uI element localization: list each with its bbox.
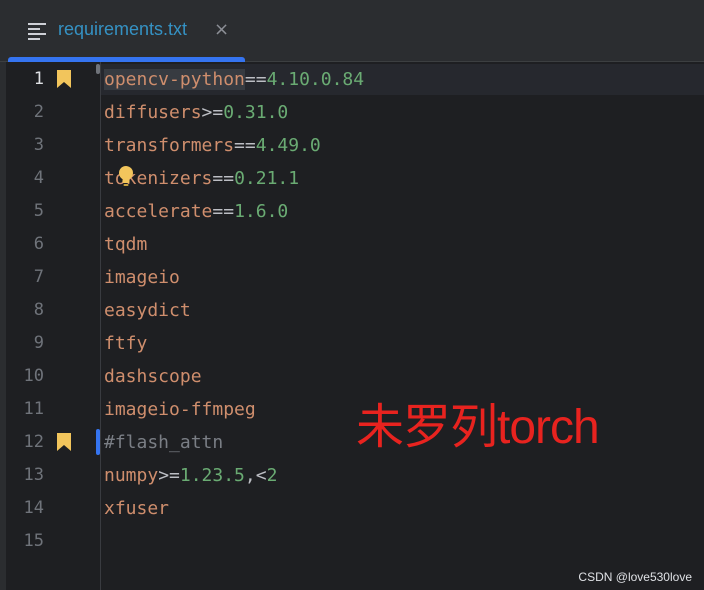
code-token: numpy: [104, 465, 159, 486]
code-token: >=: [201, 102, 224, 123]
close-icon[interactable]: ×: [214, 19, 229, 40]
code-token: easydict: [104, 300, 191, 321]
line-number[interactable]: 5: [0, 195, 44, 228]
line-number[interactable]: 6: [0, 228, 44, 261]
code-token: >=: [158, 465, 180, 486]
code-line[interactable]: opencv-python==4.10.0.84: [104, 63, 364, 96]
code-token: #flash_attn: [104, 432, 224, 453]
code-token: 1.6.0: [234, 201, 289, 222]
code-line[interactable]: transformers==4.49.0: [104, 129, 321, 162]
tab-title[interactable]: requirements.txt: [58, 19, 187, 40]
line-number[interactable]: 7: [0, 261, 44, 294]
code-token: accelerate: [104, 201, 213, 222]
code-line[interactable]: accelerate==1.6.0: [104, 195, 288, 228]
line-number[interactable]: 8: [0, 294, 44, 327]
code-token: ftfy: [104, 333, 148, 354]
line-number[interactable]: 2: [0, 96, 44, 129]
line-number[interactable]: 13: [0, 459, 44, 492]
code-token: tqdm: [104, 234, 148, 255]
code-line[interactable]: easydict: [104, 294, 191, 327]
code-token: opencv-python: [104, 69, 245, 90]
code-editor[interactable]: 1 2 3 4 5 6 7 8 9 10 11 12 13 14 15 opencv-python==4.1…: [0, 62, 704, 590]
code-line[interactable]: imageio: [104, 261, 180, 294]
bookmark-icon[interactable]: [57, 433, 71, 451]
code-token: ==: [212, 201, 235, 222]
line-number[interactable]: 1: [0, 63, 44, 96]
code-line[interactable]: #flash_attn: [104, 426, 223, 459]
watermark: CSDN @love530love: [578, 570, 692, 584]
code-token: 0.31.0: [223, 102, 289, 123]
code-token: 2: [266, 465, 278, 486]
code-line[interactable]: xfuser: [104, 492, 169, 525]
line-number[interactable]: 10: [0, 360, 44, 393]
line-number[interactable]: 9: [0, 327, 44, 360]
line-number[interactable]: 15: [0, 525, 44, 558]
caret-marker: [96, 429, 100, 455]
code-token: diffusers: [104, 102, 202, 123]
code-token: xfuser: [104, 498, 170, 519]
code-token: 0.21.1: [234, 168, 300, 189]
code-line[interactable]: dashscope: [104, 360, 202, 393]
code-line[interactable]: imageio-ffmpeg: [104, 393, 256, 426]
code-token: imageio: [104, 267, 180, 288]
code-token: 1.23.5: [179, 465, 245, 486]
code-token: 4.10.0.84: [266, 69, 365, 90]
code-line[interactable]: ftfy: [104, 327, 147, 360]
code-line[interactable]: numpy>=1.23.5,<2: [104, 459, 277, 492]
code-token: imageio-ffmpeg: [104, 399, 256, 420]
code-line[interactable]: diffusers>=0.31.0: [104, 96, 288, 129]
editor-tab-bar: requirements.txt ×: [0, 0, 704, 62]
line-number[interactable]: 11: [0, 393, 44, 426]
line-number[interactable]: 14: [0, 492, 44, 525]
code-token: ==: [244, 69, 267, 90]
bookmark-icon[interactable]: [57, 70, 71, 88]
code-token: dashscope: [104, 366, 202, 387]
line-number[interactable]: 4: [0, 162, 44, 195]
code-token: ==: [212, 168, 235, 189]
lightbulb-icon[interactable]: [116, 164, 136, 188]
line-gutter[interactable]: 1 2 3 4 5 6 7 8 9 10 11 12 13 14 15: [0, 62, 101, 590]
caret-marker: [96, 64, 100, 74]
code-token: 4.49.0: [255, 135, 321, 156]
line-number[interactable]: 3: [0, 129, 44, 162]
code-token: transformers: [104, 135, 235, 156]
tab-requirements-txt[interactable]: requirements.txt ×: [8, 0, 245, 62]
text-file-icon: [28, 23, 48, 41]
code-token: ==: [234, 135, 256, 156]
annotation-text: 未罗列torch: [356, 401, 600, 454]
code-token: ,<: [244, 465, 267, 486]
code-line[interactable]: tqdm: [104, 228, 147, 261]
line-number[interactable]: 12: [0, 426, 44, 459]
